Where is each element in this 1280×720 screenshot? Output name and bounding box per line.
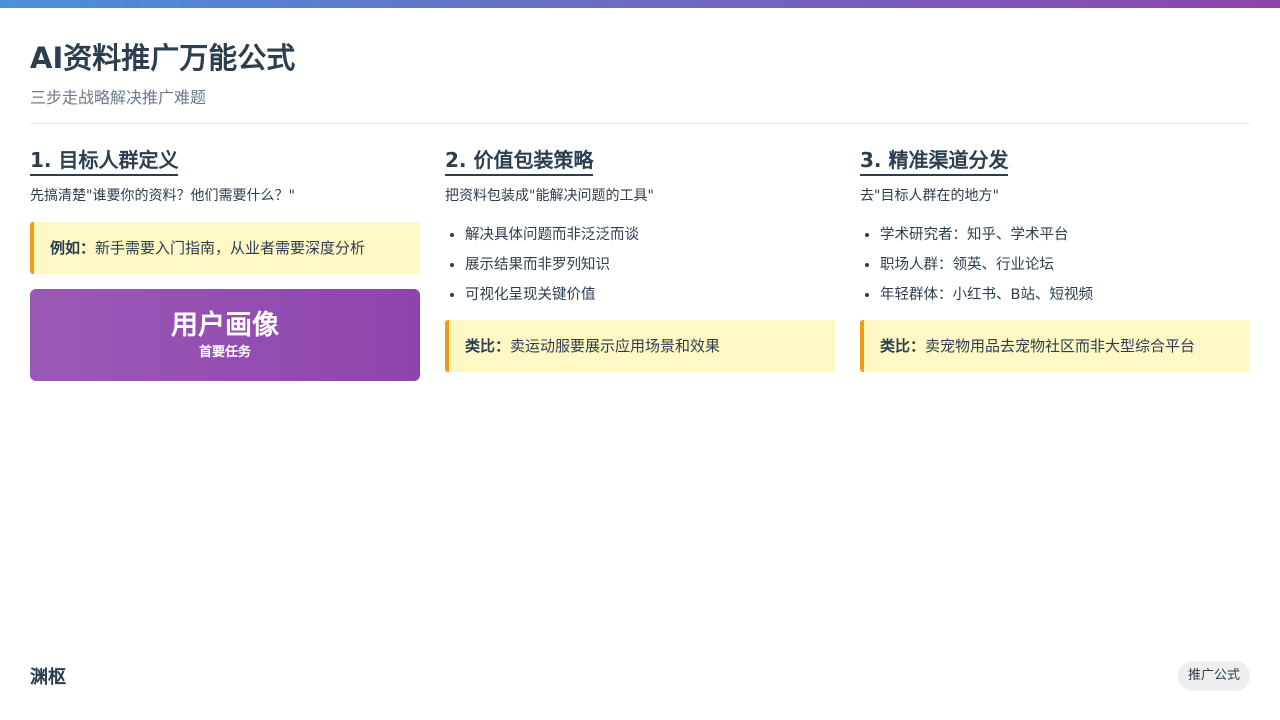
step-description: 去"目标人群在的地方" [860,188,999,204]
step-column-target-audience: 1. 目标人群定义 先搞清楚"谁要你的资料？他们需要什么？" 例如：新手需要入门… [30,146,420,381]
callout-text: 新手需要入门指南，从业者需要深度分析 [95,239,366,257]
step-description: 把资料包装成"能解决问题的工具" [445,188,654,204]
page-subtitle: 三步走战略解决推广难题 [30,88,207,107]
example-callout: 例如：新手需要入门指南，从业者需要深度分析 [30,222,420,274]
persona-card-title: 用户画像 [171,310,279,341]
callout-text: 卖运动服要展示应用场景和效果 [510,337,721,355]
analogy-callout: 类比：卖运动服要展示应用场景和效果 [445,320,835,372]
user-persona-card: 用户画像 首要任务 [30,289,420,381]
accent-top-bar [0,0,1280,8]
step-column-channel-distribution: 3. 精准渠道分发 去"目标人群在的地方" 学术研究者：知乎、学术平台 职场人群… [860,146,1250,381]
bullet-list: 学术研究者：知乎、学术平台 职场人群：领英、行业论坛 年轻群体：小红书、B站、短… [860,220,1250,310]
step-description: 先搞清楚"谁要你的资料？他们需要什么？" [30,188,295,204]
callout-label: 例如： [50,239,96,257]
analogy-callout: 类比：卖宠物用品去宠物社区而非大型综合平台 [860,320,1250,372]
step-title: 1. 目标人群定义 [30,146,179,176]
footer-tag-badge: 推广公式 [1177,661,1250,691]
page-title: AI资料推广万能公式 [30,41,296,75]
list-item: 解决具体问题而非泛泛而谈 [465,220,835,250]
step-column-value-packaging: 2. 价值包装策略 把资料包装成"能解决问题的工具" 解决具体问题而非泛泛而谈 … [445,146,835,381]
list-item: 展示结果而非罗列知识 [465,250,835,280]
header: AI资料推广万能公式 三步走战略解决推广难题 [30,38,1250,124]
step-title: 2. 价值包装策略 [445,146,594,176]
callout-label: 类比： [880,337,926,355]
list-item: 学术研究者：知乎、学术平台 [880,220,1250,250]
step-title: 3. 精准渠道分发 [860,146,1009,176]
slide: AI资料推广万能公式 三步走战略解决推广难题 1. 目标人群定义 先搞清楚"谁要… [0,0,1280,720]
footer-brand: 渊枢 [30,667,66,688]
list-item: 可视化呈现关键价值 [465,280,835,310]
persona-card-subtitle: 首要任务 [198,345,251,360]
callout-text: 卖宠物用品去宠物社区而非大型综合平台 [925,337,1196,355]
list-item: 年轻群体：小红书、B站、短视频 [880,280,1250,310]
bullet-list: 解决具体问题而非泛泛而谈 展示结果而非罗列知识 可视化呈现关键价值 [445,220,835,310]
steps-columns: 1. 目标人群定义 先搞清楚"谁要你的资料？他们需要什么？" 例如：新手需要入门… [30,146,1250,381]
callout-label: 类比： [465,337,511,355]
list-item: 职场人群：领英、行业论坛 [880,250,1250,280]
